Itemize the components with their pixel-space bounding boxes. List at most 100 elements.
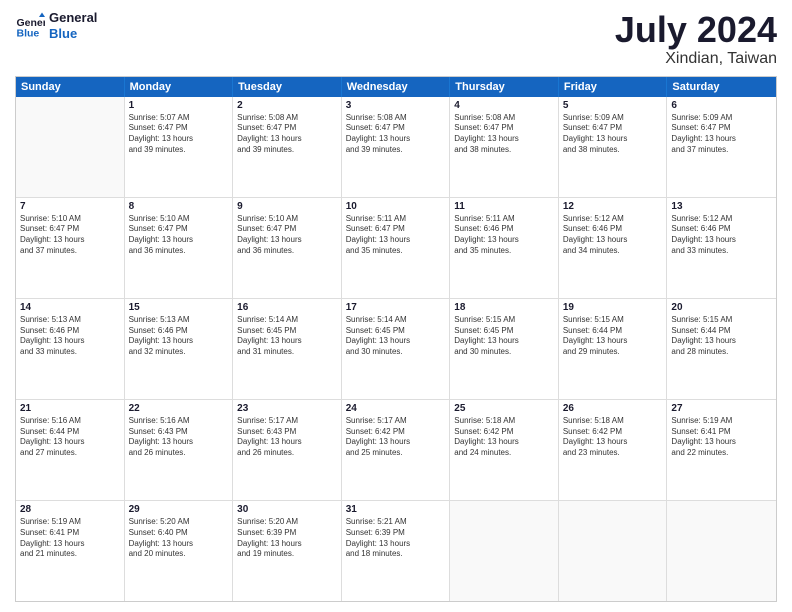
day-number: 3 bbox=[346, 100, 446, 111]
calendar-cell: 19 Sunrise: 5:15 AMSunset: 6:44 PMDayligh… bbox=[559, 299, 668, 399]
calendar-row-5: 28 Sunrise: 5:19 AMSunset: 6:41 PMDayligh… bbox=[16, 501, 776, 601]
calendar-cell: 4 Sunrise: 5:08 AMSunset: 6:47 PMDaylight… bbox=[450, 97, 559, 197]
cell-info: Sunrise: 5:08 AMSunset: 6:47 PMDaylight:… bbox=[237, 113, 337, 156]
day-number: 12 bbox=[563, 201, 663, 212]
calendar-cell: 11 Sunrise: 5:11 AMSunset: 6:46 PMDayligh… bbox=[450, 198, 559, 298]
calendar-cell: 13 Sunrise: 5:12 AMSunset: 6:46 PMDayligh… bbox=[667, 198, 776, 298]
calendar-header: SundayMondayTuesdayWednesdayThursdayFrid… bbox=[16, 77, 776, 97]
cell-info: Sunrise: 5:12 AMSunset: 6:46 PMDaylight:… bbox=[671, 214, 772, 257]
day-number: 29 bbox=[129, 504, 229, 515]
calendar-cell: 18 Sunrise: 5:15 AMSunset: 6:45 PMDayligh… bbox=[450, 299, 559, 399]
calendar-cell: 23 Sunrise: 5:17 AMSunset: 6:43 PMDayligh… bbox=[233, 400, 342, 500]
calendar-cell: 14Sunrise: 5:13 AMSunset: 6:46 PMDayligh… bbox=[16, 299, 125, 399]
cell-info: Sunrise: 5:10 AMSunset: 6:47 PMDaylight:… bbox=[237, 214, 337, 257]
day-number: 26 bbox=[563, 403, 663, 414]
day-header-thursday: Thursday bbox=[450, 77, 559, 97]
header: General Blue General Blue July 2024 Xind… bbox=[15, 10, 777, 68]
day-number: 18 bbox=[454, 302, 554, 313]
day-number: 16 bbox=[237, 302, 337, 313]
day-number: 17 bbox=[346, 302, 446, 313]
cell-info: Sunrise: 5:07 AMSunset: 6:47 PMDaylight:… bbox=[129, 113, 229, 156]
cell-info: Sunrise: 5:19 AMSunset: 6:41 PMDaylight:… bbox=[671, 416, 772, 459]
logo-line2: Blue bbox=[49, 26, 97, 42]
cell-info: Sunrise: 5:08 AMSunset: 6:47 PMDaylight:… bbox=[346, 113, 446, 156]
month-year: July 2024 bbox=[615, 10, 777, 50]
day-header-friday: Friday bbox=[559, 77, 668, 97]
calendar-cell: 12Sunrise: 5:12 AMSunset: 6:46 PMDayligh… bbox=[559, 198, 668, 298]
calendar: SundayMondayTuesdayWednesdayThursdayFrid… bbox=[15, 76, 777, 602]
cell-info: Sunrise: 5:20 AMSunset: 6:39 PMDaylight:… bbox=[237, 517, 337, 560]
calendar-cell: 3 Sunrise: 5:08 AMSunset: 6:47 PMDaylight… bbox=[342, 97, 451, 197]
logo-line1: General bbox=[49, 10, 97, 26]
cell-info: Sunrise: 5:14 AMSunset: 6:45 PMDaylight:… bbox=[346, 315, 446, 358]
cell-info: Sunrise: 5:19 AMSunset: 6:41 PMDaylight:… bbox=[20, 517, 120, 560]
cell-info: Sunrise: 5:15 AMSunset: 6:44 PMDaylight:… bbox=[671, 315, 772, 358]
day-number: 5 bbox=[563, 100, 663, 111]
calendar-cell: 8 Sunrise: 5:10 AMSunset: 6:47 PMDaylight… bbox=[125, 198, 234, 298]
cell-info: Sunrise: 5:09 AMSunset: 6:47 PMDaylight:… bbox=[563, 113, 663, 156]
cell-info: Sunrise: 5:20 AMSunset: 6:40 PMDaylight:… bbox=[129, 517, 229, 560]
calendar-cell: 27Sunrise: 5:19 AMSunset: 6:41 PMDayligh… bbox=[667, 400, 776, 500]
day-number: 1 bbox=[129, 100, 229, 111]
calendar-cell: 25 Sunrise: 5:18 AMSunset: 6:42 PMDayligh… bbox=[450, 400, 559, 500]
logo: General Blue General Blue bbox=[15, 10, 97, 41]
calendar-cell: 9 Sunrise: 5:10 AMSunset: 6:47 PMDaylight… bbox=[233, 198, 342, 298]
page: General Blue General Blue July 2024 Xind… bbox=[0, 0, 792, 612]
calendar-cell: 6Sunrise: 5:09 AMSunset: 6:47 PMDaylight… bbox=[667, 97, 776, 197]
location: Xindian, Taiwan bbox=[615, 50, 777, 68]
calendar-cell: 15 Sunrise: 5:13 AMSunset: 6:46 PMDayligh… bbox=[125, 299, 234, 399]
day-number: 23 bbox=[237, 403, 337, 414]
calendar-cell: 17 Sunrise: 5:14 AMSunset: 6:45 PMDayligh… bbox=[342, 299, 451, 399]
day-number: 11 bbox=[454, 201, 554, 212]
calendar-cell bbox=[667, 501, 776, 601]
cell-info: Sunrise: 5:14 AMSunset: 6:45 PMDaylight:… bbox=[237, 315, 337, 358]
title-block: July 2024 Xindian, Taiwan bbox=[615, 10, 777, 68]
calendar-cell: 30 Sunrise: 5:20 AMSunset: 6:39 PMDayligh… bbox=[233, 501, 342, 601]
cell-info: Sunrise: 5:15 AMSunset: 6:45 PMDaylight:… bbox=[454, 315, 554, 358]
day-header-tuesday: Tuesday bbox=[233, 77, 342, 97]
day-header-sunday: Sunday bbox=[16, 77, 125, 97]
day-header-monday: Monday bbox=[125, 77, 234, 97]
day-number: 10 bbox=[346, 201, 446, 212]
cell-info: Sunrise: 5:17 AMSunset: 6:43 PMDaylight:… bbox=[237, 416, 337, 459]
cell-info: Sunrise: 5:08 AMSunset: 6:47 PMDaylight:… bbox=[454, 113, 554, 156]
calendar-cell: 20Sunrise: 5:15 AMSunset: 6:44 PMDayligh… bbox=[667, 299, 776, 399]
day-number: 21 bbox=[20, 403, 120, 414]
day-number: 13 bbox=[671, 201, 772, 212]
calendar-cell bbox=[16, 97, 125, 197]
calendar-cell bbox=[450, 501, 559, 601]
cell-info: Sunrise: 5:18 AMSunset: 6:42 PMDaylight:… bbox=[454, 416, 554, 459]
day-number: 19 bbox=[563, 302, 663, 313]
calendar-cell: 31Sunrise: 5:21 AMSunset: 6:39 PMDayligh… bbox=[342, 501, 451, 601]
cell-info: Sunrise: 5:13 AMSunset: 6:46 PMDaylight:… bbox=[20, 315, 120, 358]
calendar-cell: 26Sunrise: 5:18 AMSunset: 6:42 PMDayligh… bbox=[559, 400, 668, 500]
logo-icon: General Blue bbox=[15, 11, 45, 41]
cell-info: Sunrise: 5:16 AMSunset: 6:43 PMDaylight:… bbox=[129, 416, 229, 459]
calendar-cell: 10Sunrise: 5:11 AMSunset: 6:47 PMDayligh… bbox=[342, 198, 451, 298]
calendar-row-3: 14Sunrise: 5:13 AMSunset: 6:46 PMDayligh… bbox=[16, 299, 776, 400]
calendar-row-2: 7Sunrise: 5:10 AMSunset: 6:47 PMDaylight… bbox=[16, 198, 776, 299]
day-number: 24 bbox=[346, 403, 446, 414]
cell-info: Sunrise: 5:15 AMSunset: 6:44 PMDaylight:… bbox=[563, 315, 663, 358]
calendar-cell: 21Sunrise: 5:16 AMSunset: 6:44 PMDayligh… bbox=[16, 400, 125, 500]
cell-info: Sunrise: 5:10 AMSunset: 6:47 PMDaylight:… bbox=[129, 214, 229, 257]
svg-text:Blue: Blue bbox=[17, 27, 40, 39]
day-number: 6 bbox=[671, 100, 772, 111]
cell-info: Sunrise: 5:21 AMSunset: 6:39 PMDaylight:… bbox=[346, 517, 446, 560]
day-number: 8 bbox=[129, 201, 229, 212]
calendar-cell: 24 Sunrise: 5:17 AMSunset: 6:42 PMDayligh… bbox=[342, 400, 451, 500]
day-number: 25 bbox=[454, 403, 554, 414]
calendar-cell: 5 Sunrise: 5:09 AMSunset: 6:47 PMDaylight… bbox=[559, 97, 668, 197]
calendar-row-4: 21Sunrise: 5:16 AMSunset: 6:44 PMDayligh… bbox=[16, 400, 776, 501]
day-number: 15 bbox=[129, 302, 229, 313]
cell-info: Sunrise: 5:11 AMSunset: 6:46 PMDaylight:… bbox=[454, 214, 554, 257]
cell-info: Sunrise: 5:17 AMSunset: 6:42 PMDaylight:… bbox=[346, 416, 446, 459]
cell-info: Sunrise: 5:13 AMSunset: 6:46 PMDaylight:… bbox=[129, 315, 229, 358]
calendar-cell bbox=[559, 501, 668, 601]
calendar-row-1: 1 Sunrise: 5:07 AMSunset: 6:47 PMDaylight… bbox=[16, 97, 776, 198]
calendar-cell: 2Sunrise: 5:08 AMSunset: 6:47 PMDaylight… bbox=[233, 97, 342, 197]
day-number: 9 bbox=[237, 201, 337, 212]
day-number: 4 bbox=[454, 100, 554, 111]
day-number: 30 bbox=[237, 504, 337, 515]
day-number: 28 bbox=[20, 504, 120, 515]
